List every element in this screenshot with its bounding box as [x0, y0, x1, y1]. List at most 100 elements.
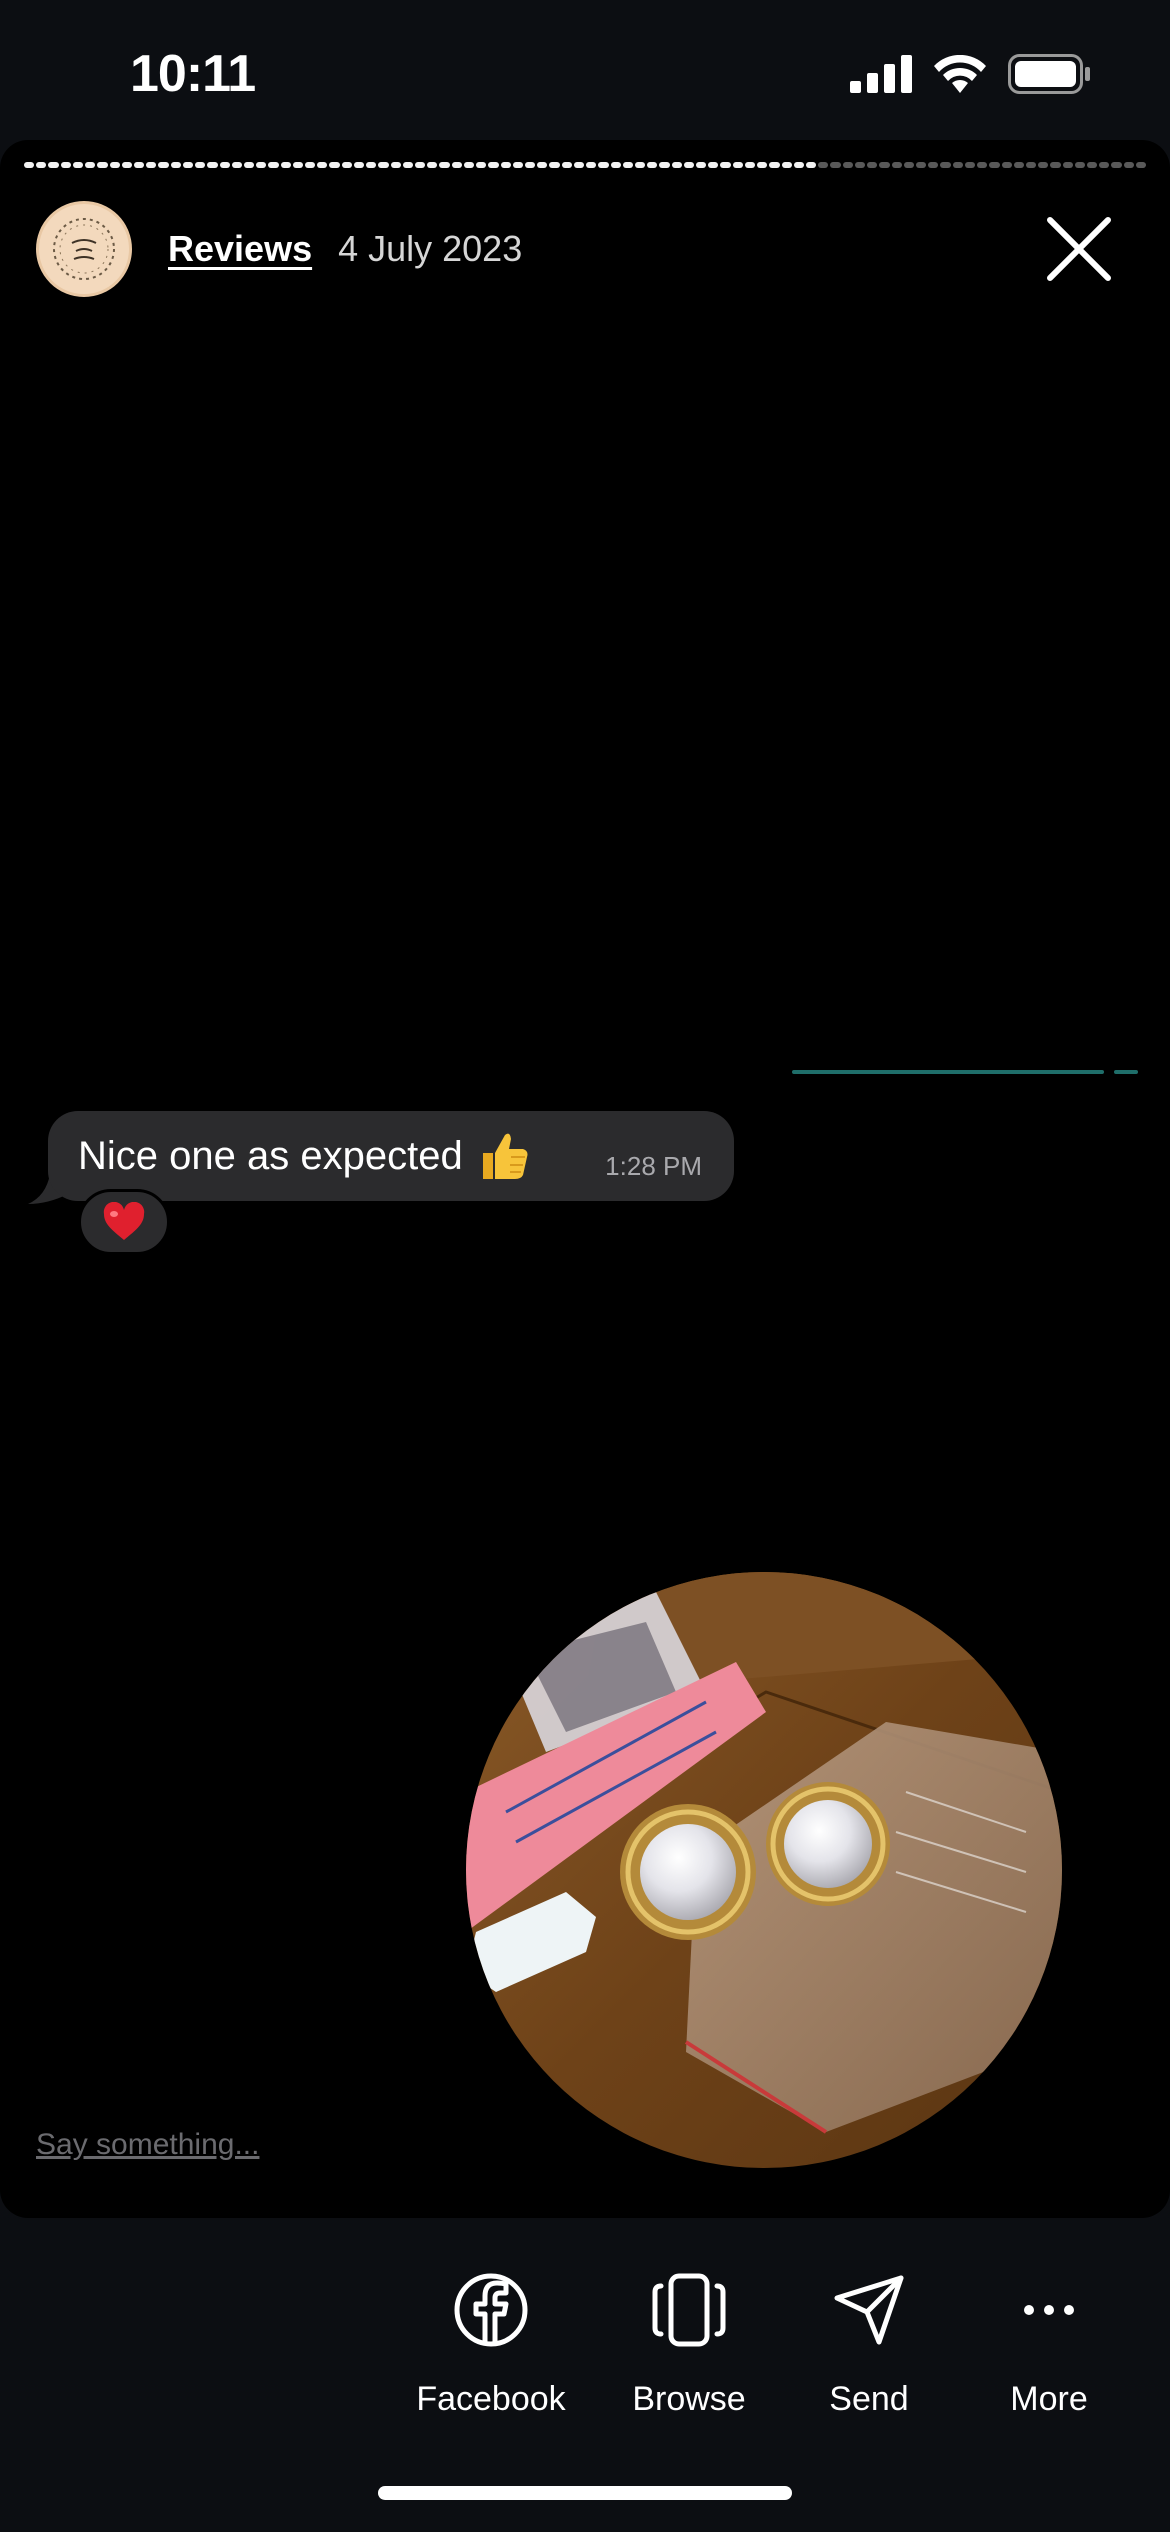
progress-segment: [1099, 162, 1110, 168]
progress-segment: [512, 162, 523, 168]
progress-segment: [989, 162, 1000, 168]
progress-segment: [292, 162, 304, 168]
progress-segment: [964, 162, 976, 168]
progress-segment: [854, 162, 866, 168]
account-avatar[interactable]: [36, 201, 132, 297]
send-button[interactable]: Send: [779, 2270, 959, 2419]
progress-segment: [1123, 162, 1134, 168]
progress-segment: [60, 162, 71, 168]
progress-segment: [72, 162, 84, 168]
heart-reaction[interactable]: [78, 1189, 170, 1255]
close-icon: [1047, 217, 1111, 281]
progress-segment: [109, 162, 120, 168]
progress-segment: [85, 162, 96, 168]
progress-segment: [268, 162, 279, 168]
progress-segment: [842, 162, 853, 168]
facebook-icon: [454, 2273, 528, 2347]
browse-icon: [652, 2273, 726, 2347]
progress-segment: [757, 162, 768, 168]
progress-segment: [463, 162, 475, 168]
story-photo-earrings: [466, 1572, 1062, 2168]
progress-segment: [195, 162, 206, 168]
progress-segment: [1025, 162, 1037, 168]
progress-segment: [524, 162, 536, 168]
progress-segment: [537, 162, 548, 168]
progress-segment: [366, 162, 377, 168]
progress-segment: [24, 162, 35, 168]
status-icons: [850, 54, 1090, 94]
progress-segment: [647, 162, 658, 168]
story-date: 4 July 2023: [338, 228, 523, 269]
progress-segment: [305, 162, 316, 168]
share-facebook-button[interactable]: Facebook: [401, 2270, 581, 2419]
progress-segment: [1038, 162, 1049, 168]
reply-input[interactable]: Say something...: [36, 2128, 259, 2162]
progress-segment: [488, 162, 499, 168]
progress-segment: [610, 162, 621, 168]
progress-segment: [977, 162, 988, 168]
share-facebook-label: Facebook: [416, 2380, 566, 2418]
progress-segment: [1087, 162, 1098, 168]
send-label: Send: [829, 2380, 909, 2418]
progress-segment: [378, 162, 389, 168]
cellular-signal-icon: [850, 55, 912, 93]
progress-segment: [146, 162, 157, 168]
progress-segment: [231, 162, 242, 168]
more-button[interactable]: More: [959, 2270, 1139, 2419]
progress-segment: [806, 162, 817, 168]
status-time: 10:11: [130, 45, 256, 103]
browse-button[interactable]: Browse: [599, 2270, 779, 2419]
progress-segment: [329, 162, 340, 168]
progress-segment: [744, 162, 756, 168]
progress-segment: [390, 162, 401, 168]
progress-segment: [36, 162, 47, 168]
progress-segment: [622, 162, 633, 168]
progress-segment: [634, 162, 646, 168]
browse-label: Browse: [632, 2380, 746, 2418]
progress-segment: [476, 162, 487, 168]
progress-segment: [793, 162, 804, 168]
progress-segment: [207, 162, 218, 168]
progress-segment: [818, 162, 829, 168]
message-divider-dot: [1114, 1070, 1138, 1074]
progress-segment: [586, 162, 597, 168]
wifi-icon: [934, 55, 986, 93]
progress-segment: [402, 162, 413, 168]
progress-segment: [561, 162, 572, 168]
progress-segment: [940, 162, 951, 168]
progress-segment: [573, 162, 585, 168]
progress-segment: [1050, 162, 1061, 168]
progress-segment: [1013, 162, 1024, 168]
progress-segment: [121, 162, 132, 168]
progress-segment: [317, 162, 328, 168]
progress-segment: [879, 162, 890, 168]
progress-segment: [415, 162, 426, 168]
progress-segment: [1135, 162, 1147, 168]
progress-segment: [1074, 162, 1086, 168]
story-account-link[interactable]: Reviews: [168, 228, 312, 270]
thumbs-up-icon: [482, 1133, 528, 1179]
progress-segment: [830, 162, 841, 168]
send-icon: [834, 2275, 904, 2345]
progress-segment: [769, 162, 780, 168]
message-divider-line: [792, 1070, 1104, 1074]
chat-message-text: Nice one as expected: [78, 1133, 463, 1178]
red-heart-icon: [103, 1202, 145, 1240]
home-indicator[interactable]: [378, 2486, 792, 2500]
close-button[interactable]: [1044, 214, 1114, 284]
progress-segment: [891, 162, 902, 168]
progress-segment: [952, 162, 963, 168]
progress-segment: [427, 162, 438, 168]
progress-segment: [867, 162, 878, 168]
battery-icon: [1008, 54, 1090, 94]
share-action-row: Facebook Browse Send More: [0, 2270, 1170, 2440]
progress-segment: [170, 162, 181, 168]
progress-segment: [1111, 162, 1122, 168]
story-viewer[interactable]: Reviews 4 July 2023 Nice one as expected…: [0, 140, 1170, 2218]
progress-segment: [133, 162, 145, 168]
progress-segment: [903, 162, 914, 168]
progress-segment: [158, 162, 169, 168]
progress-segment: [182, 162, 194, 168]
more-label: More: [1010, 2380, 1088, 2418]
progress-segment: [781, 162, 792, 168]
